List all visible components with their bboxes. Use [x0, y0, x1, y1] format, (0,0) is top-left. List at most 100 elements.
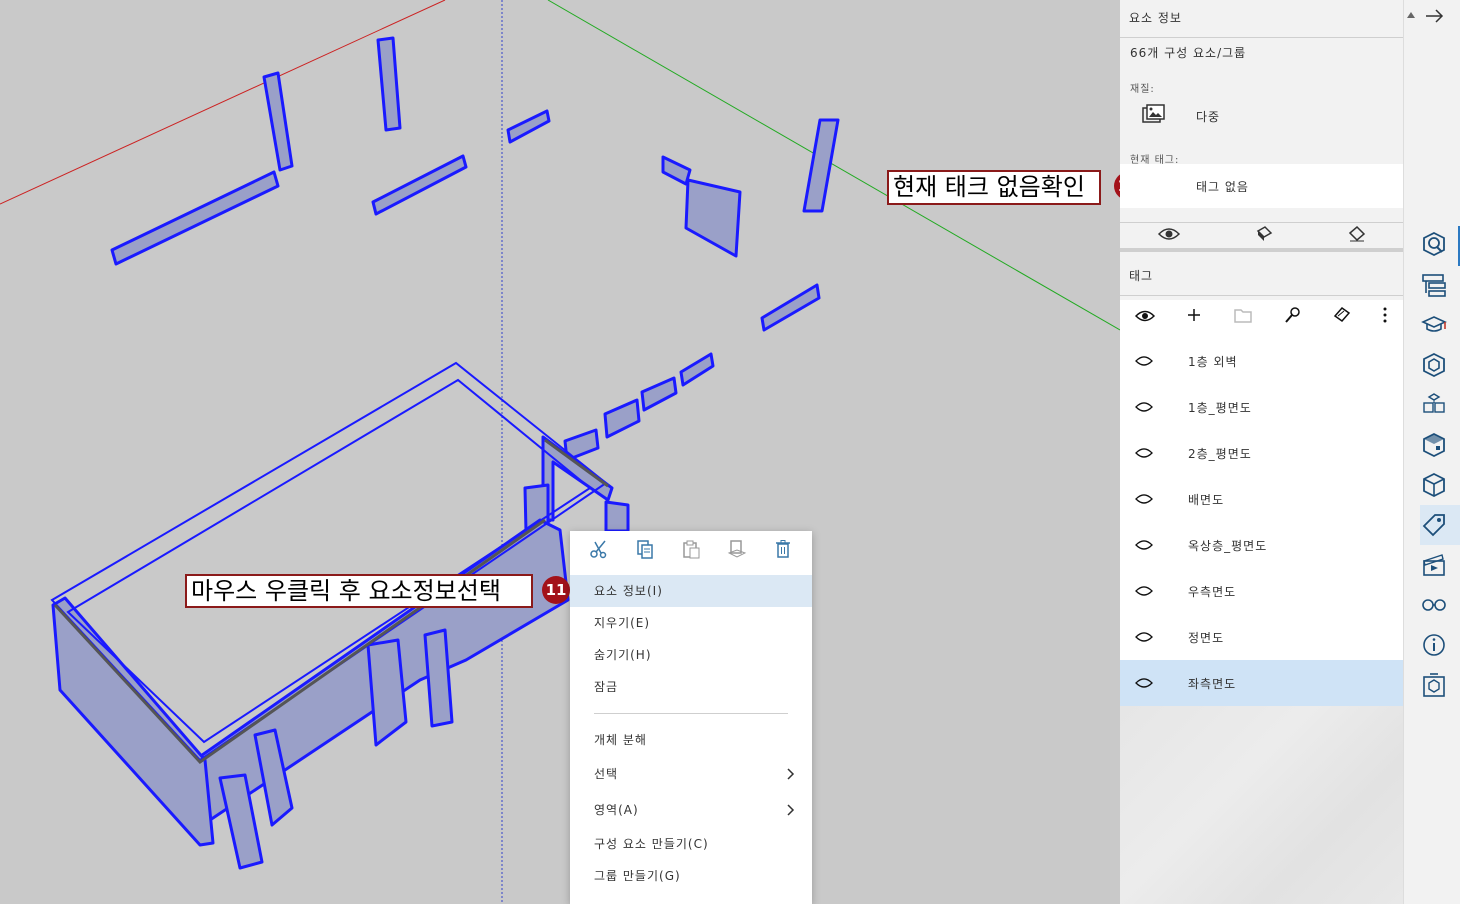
tag-name: 1층 외벽 [1188, 354, 1238, 369]
tag-name: 2층_평면도 [1188, 446, 1252, 461]
panel-background-pattern [1120, 706, 1403, 904]
green-axis [547, 0, 1120, 331]
red-axis [0, 0, 446, 205]
glasses-icon[interactable] [1420, 591, 1448, 619]
scissors-icon[interactable] [586, 536, 612, 562]
tag-name: 정면도 [1188, 630, 1225, 645]
menu-erase[interactable]: 지우기(E) [570, 607, 812, 639]
tag-tool-icon[interactable] [1333, 306, 1351, 328]
door [684, 178, 742, 258]
annotation-text: 현재 태크 없음확인 [893, 173, 1085, 201]
menu-entity-info[interactable]: 요소 정보(I) [570, 575, 812, 607]
context-menu: 요소 정보(I) 지우기(E) 숨기기(H) 잠금 개체 분해 선택 영역(A)… [570, 531, 812, 904]
eye-icon[interactable] [1120, 447, 1168, 459]
tag-row[interactable]: 배면도 [1120, 476, 1403, 522]
entity-info-icon[interactable] [1420, 230, 1448, 258]
annotation-tag-check: 현재 태크 없음확인 [887, 170, 1101, 205]
menu-separator [594, 713, 788, 714]
annotation-text: 마우스 우클릭 후 요소정보선택 [191, 577, 501, 605]
wall-left [51, 596, 215, 847]
tag-row[interactable]: 우측면도 [1120, 568, 1403, 614]
eye-icon[interactable] [1120, 631, 1168, 643]
context-toolbar [570, 531, 812, 567]
tag-name: 우측면도 [1188, 584, 1237, 599]
window-strip [110, 170, 280, 266]
paste-icon[interactable] [678, 536, 704, 562]
components-icon[interactable] [1420, 391, 1448, 419]
tray-toolbar [1403, 0, 1460, 904]
tray-panel: 요소 정보 66개 구성 요소/그룹 재질: 다중 현재 태그: 태그 없음 태… [1120, 0, 1403, 904]
annotation-badge: 11 [542, 576, 570, 604]
eye-icon[interactable] [1157, 226, 1181, 246]
tags-header[interactable]: 태그 [1120, 258, 1403, 296]
menu-area-label: 영역(A) [594, 803, 639, 817]
selection-summary: 66개 구성 요소/그룹 [1130, 46, 1247, 60]
menu-make-component[interactable]: 구성 요소 만들기(C) [570, 828, 812, 860]
add-folder-icon[interactable] [1233, 306, 1253, 328]
material-label: 재질: [1130, 84, 1155, 95]
search-icon[interactable] [1284, 306, 1302, 328]
scroll-up-arrow-icon[interactable] [1406, 4, 1416, 18]
styles-icon[interactable] [1420, 431, 1448, 459]
menu-hide[interactable]: 숨기기(H) [570, 639, 812, 671]
eye-icon[interactable] [1120, 401, 1168, 413]
window-strip [603, 398, 641, 439]
tag-row[interactable]: 1층 외벽 [1120, 338, 1403, 384]
column [366, 638, 408, 747]
paint-icon[interactable] [1255, 225, 1273, 247]
column [802, 118, 840, 213]
3d-viewport[interactable]: 현재 태크 없음확인 12 마우스 우클릭 후 요소정보선택 11 [0, 0, 1120, 904]
model-canvas[interactable] [0, 0, 1120, 904]
menu-lock[interactable]: 잠금 [570, 671, 812, 703]
instructor-icon[interactable] [1420, 311, 1448, 339]
paste-in-place-icon[interactable] [724, 536, 750, 562]
window-strip [640, 376, 678, 412]
tags-icon[interactable] [1420, 511, 1448, 539]
outliner-icon[interactable] [1420, 271, 1448, 299]
window-strip [679, 352, 715, 387]
eye-icon[interactable] [1120, 677, 1168, 689]
entity-info-header[interactable]: 요소 정보 [1120, 0, 1403, 38]
tag-name: 옥상층_평면도 [1188, 538, 1268, 553]
collapse-arrow-icon[interactable] [1420, 2, 1448, 30]
eye-icon[interactable] [1120, 493, 1168, 505]
trash-icon[interactable] [770, 536, 796, 562]
material-swatch-icon[interactable] [1142, 104, 1166, 126]
eraser-icon[interactable] [1348, 225, 1366, 247]
tag-row[interactable]: 1층_평면도 [1120, 384, 1403, 430]
eye-icon[interactable] [1135, 308, 1156, 327]
entity-tabs [1120, 222, 1403, 252]
tag-row[interactable]: 2층_평면도 [1120, 430, 1403, 476]
solid-tools-icon[interactable] [1420, 471, 1448, 499]
3d-warehouse-icon[interactable] [1420, 671, 1448, 699]
window-strip [506, 109, 551, 144]
scenes-icon[interactable] [1420, 551, 1448, 579]
tag-name: 좌측면도 [1188, 676, 1237, 691]
tags-toolbar [1120, 300, 1403, 334]
menu-make-group[interactable]: 그룹 만들기(G) [570, 860, 812, 892]
copy-icon[interactable] [632, 536, 658, 562]
door-frame [661, 155, 692, 186]
tag-row[interactable]: 옥상층_평면도 [1120, 522, 1403, 568]
eye-icon[interactable] [1120, 539, 1168, 551]
window-strip [371, 154, 468, 216]
menu-select[interactable]: 선택 [570, 756, 812, 792]
tag-row-selected[interactable]: 좌측면도 [1120, 660, 1403, 706]
menu-area[interactable]: 영역(A) [570, 792, 812, 828]
menu-explode[interactable]: 개체 분해 [570, 724, 812, 756]
tag-row[interactable]: 정면도 [1120, 614, 1403, 660]
eye-icon[interactable] [1120, 355, 1168, 367]
add-tag-icon[interactable] [1186, 307, 1202, 327]
column [376, 36, 402, 132]
column [604, 500, 630, 533]
window-strip [760, 283, 821, 332]
current-tag-select[interactable]: 태그 없음 [1120, 164, 1403, 208]
more-options-icon[interactable] [1382, 306, 1388, 328]
annotation-right-click: 마우스 우클릭 후 요소정보선택 [185, 574, 533, 608]
info-icon[interactable] [1420, 631, 1448, 659]
eye-icon[interactable] [1120, 585, 1168, 597]
menu-select-label: 선택 [594, 767, 619, 781]
tag-name: 배면도 [1188, 492, 1225, 507]
materials-icon[interactable] [1420, 351, 1448, 379]
tags-list: 1층 외벽 1층_평면도 2층_평면도 배면도 옥상층_평면도 우측면도 정면도 [1120, 334, 1403, 706]
